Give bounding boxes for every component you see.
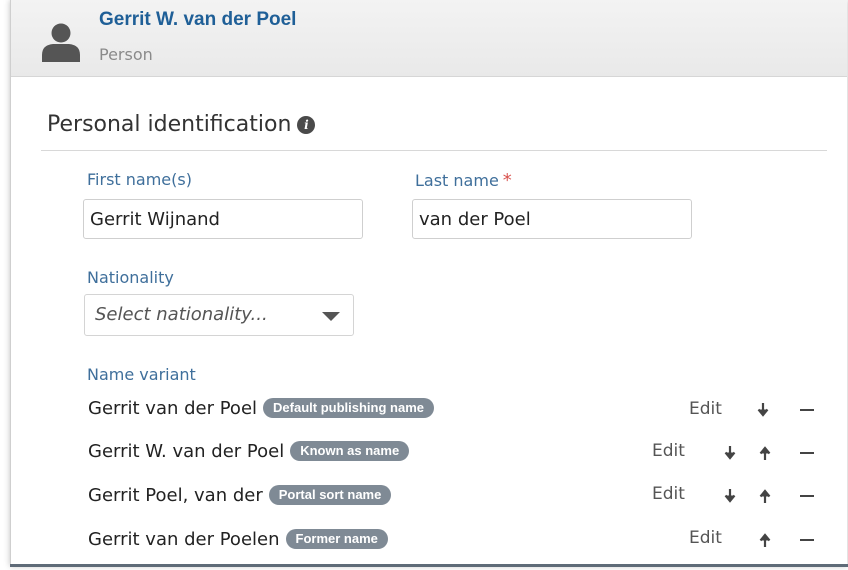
name-variant-row: Gerrit W. van der Poel Known as name <box>88 441 410 462</box>
name-variant-name: Gerrit W. van der Poel <box>88 441 285 462</box>
edit-button[interactable]: Edit <box>689 399 722 419</box>
section-title-text: Personal identification <box>47 112 292 137</box>
section-divider <box>41 150 827 151</box>
required-mark: * <box>502 170 512 191</box>
arrow-up-icon[interactable] <box>759 533 771 547</box>
edit-button[interactable]: Edit <box>689 528 722 548</box>
remove-icon[interactable] <box>800 539 814 541</box>
first-name-input[interactable]: Gerrit Wijnand <box>83 199 363 239</box>
remove-icon[interactable] <box>800 452 814 454</box>
name-variant-name: Gerrit van der Poelen <box>88 529 280 550</box>
arrow-up-icon[interactable] <box>759 489 771 503</box>
person-header: Gerrit W. van der Poel Person <box>11 0 847 77</box>
last-name-label: Last name * <box>415 170 512 191</box>
name-variant-badge: Former name <box>285 529 388 549</box>
arrow-down-icon[interactable] <box>724 489 736 503</box>
name-variant-badge: Portal sort name <box>268 485 392 505</box>
name-variant-label: Name variant <box>87 365 196 384</box>
remove-icon[interactable] <box>800 495 814 497</box>
last-name-label-text: Last name <box>415 171 499 190</box>
person-name-link[interactable]: Gerrit W. van der Poel <box>99 9 296 31</box>
arrow-down-icon[interactable] <box>724 446 736 460</box>
name-variant-badge: Known as name <box>290 441 410 461</box>
edit-button[interactable]: Edit <box>652 484 685 504</box>
person-avatar-icon <box>42 23 80 62</box>
arrow-down-icon[interactable] <box>757 403 769 417</box>
arrow-up-icon[interactable] <box>759 446 771 460</box>
name-variant-name: Gerrit Poel, van der <box>88 485 263 506</box>
edit-button[interactable]: Edit <box>652 441 685 461</box>
name-variant-row: Gerrit Poel, van der Portal sort name <box>88 485 392 506</box>
name-variant-badge: Default publishing name <box>263 398 434 418</box>
first-name-label: First name(s) <box>87 170 192 189</box>
name-variant-name: Gerrit van der Poel <box>88 398 258 419</box>
name-variant-row: Gerrit van der Poel Default publishing na… <box>88 398 434 419</box>
person-editor-panel: Gerrit W. van der Poel Person Personal i… <box>10 0 847 566</box>
name-variant-row: Gerrit van der Poelen Former name <box>88 529 388 550</box>
person-type: Person <box>99 45 153 64</box>
nationality-placeholder: Select nationality... <box>95 304 268 325</box>
nationality-label: Nationality <box>87 268 174 287</box>
section-title: Personal identification i <box>47 112 316 137</box>
nationality-select[interactable]: Select nationality... <box>84 294 354 336</box>
remove-icon[interactable] <box>800 409 814 411</box>
panel-bottom-border <box>10 564 848 567</box>
last-name-input[interactable]: van der Poel <box>412 199 692 239</box>
info-icon[interactable]: i <box>297 116 316 134</box>
chevron-down-icon <box>322 312 340 321</box>
